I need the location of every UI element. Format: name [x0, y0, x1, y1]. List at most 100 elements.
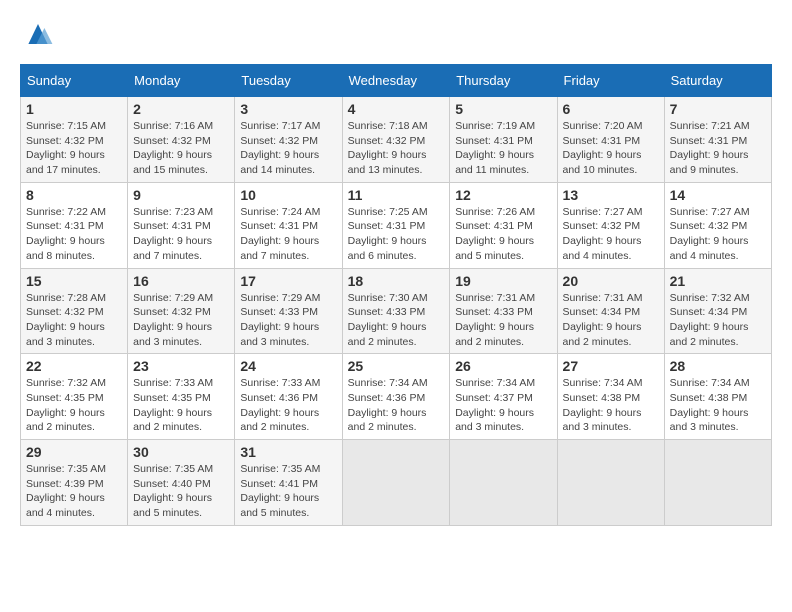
day-number: 10 [240, 187, 336, 203]
day-number: 4 [348, 101, 445, 117]
calendar-cell: 22 Sunrise: 7:32 AM Sunset: 4:35 PM Dayl… [21, 354, 128, 440]
day-info: Sunrise: 7:28 AM Sunset: 4:32 PM Dayligh… [26, 291, 122, 350]
calendar-cell: 3 Sunrise: 7:17 AM Sunset: 4:32 PM Dayli… [235, 97, 342, 183]
day-number: 22 [26, 358, 122, 374]
calendar-cell: 14 Sunrise: 7:27 AM Sunset: 4:32 PM Dayl… [664, 182, 771, 268]
day-number: 26 [455, 358, 551, 374]
weekday-header-sunday: Sunday [21, 65, 128, 97]
day-number: 21 [670, 273, 766, 289]
calendar-cell: 2 Sunrise: 7:16 AM Sunset: 4:32 PM Dayli… [128, 97, 235, 183]
day-number: 3 [240, 101, 336, 117]
day-number: 7 [670, 101, 766, 117]
day-info: Sunrise: 7:17 AM Sunset: 4:32 PM Dayligh… [240, 119, 336, 178]
day-info: Sunrise: 7:25 AM Sunset: 4:31 PM Dayligh… [348, 205, 445, 264]
calendar-cell: 30 Sunrise: 7:35 AM Sunset: 4:40 PM Dayl… [128, 440, 235, 526]
day-info: Sunrise: 7:33 AM Sunset: 4:36 PM Dayligh… [240, 376, 336, 435]
page-header [20, 20, 772, 48]
day-number: 5 [455, 101, 551, 117]
calendar-cell: 19 Sunrise: 7:31 AM Sunset: 4:33 PM Dayl… [450, 268, 557, 354]
weekday-header-tuesday: Tuesday [235, 65, 342, 97]
calendar-table: SundayMondayTuesdayWednesdayThursdayFrid… [20, 64, 772, 526]
day-info: Sunrise: 7:34 AM Sunset: 4:37 PM Dayligh… [455, 376, 551, 435]
calendar-cell: 10 Sunrise: 7:24 AM Sunset: 4:31 PM Dayl… [235, 182, 342, 268]
day-info: Sunrise: 7:29 AM Sunset: 4:33 PM Dayligh… [240, 291, 336, 350]
day-info: Sunrise: 7:27 AM Sunset: 4:32 PM Dayligh… [670, 205, 766, 264]
day-info: Sunrise: 7:16 AM Sunset: 4:32 PM Dayligh… [133, 119, 229, 178]
calendar-cell: 25 Sunrise: 7:34 AM Sunset: 4:36 PM Dayl… [342, 354, 450, 440]
day-info: Sunrise: 7:35 AM Sunset: 4:40 PM Dayligh… [133, 462, 229, 521]
calendar-cell: 27 Sunrise: 7:34 AM Sunset: 4:38 PM Dayl… [557, 354, 664, 440]
day-number: 2 [133, 101, 229, 117]
calendar-cell: 1 Sunrise: 7:15 AM Sunset: 4:32 PM Dayli… [21, 97, 128, 183]
day-info: Sunrise: 7:31 AM Sunset: 4:33 PM Dayligh… [455, 291, 551, 350]
day-info: Sunrise: 7:22 AM Sunset: 4:31 PM Dayligh… [26, 205, 122, 264]
calendar-cell: 13 Sunrise: 7:27 AM Sunset: 4:32 PM Dayl… [557, 182, 664, 268]
calendar-cell [664, 440, 771, 526]
day-info: Sunrise: 7:20 AM Sunset: 4:31 PM Dayligh… [563, 119, 659, 178]
day-number: 16 [133, 273, 229, 289]
calendar-cell [342, 440, 450, 526]
day-info: Sunrise: 7:18 AM Sunset: 4:32 PM Dayligh… [348, 119, 445, 178]
day-number: 31 [240, 444, 336, 460]
day-number: 29 [26, 444, 122, 460]
logo-icon [22, 20, 54, 48]
calendar-cell: 18 Sunrise: 7:30 AM Sunset: 4:33 PM Dayl… [342, 268, 450, 354]
calendar-cell: 11 Sunrise: 7:25 AM Sunset: 4:31 PM Dayl… [342, 182, 450, 268]
day-info: Sunrise: 7:19 AM Sunset: 4:31 PM Dayligh… [455, 119, 551, 178]
day-info: Sunrise: 7:34 AM Sunset: 4:38 PM Dayligh… [563, 376, 659, 435]
day-info: Sunrise: 7:33 AM Sunset: 4:35 PM Dayligh… [133, 376, 229, 435]
calendar-cell: 6 Sunrise: 7:20 AM Sunset: 4:31 PM Dayli… [557, 97, 664, 183]
day-info: Sunrise: 7:32 AM Sunset: 4:35 PM Dayligh… [26, 376, 122, 435]
logo [20, 20, 54, 48]
day-number: 12 [455, 187, 551, 203]
day-info: Sunrise: 7:31 AM Sunset: 4:34 PM Dayligh… [563, 291, 659, 350]
weekday-header-monday: Monday [128, 65, 235, 97]
calendar-cell: 29 Sunrise: 7:35 AM Sunset: 4:39 PM Dayl… [21, 440, 128, 526]
day-number: 18 [348, 273, 445, 289]
calendar-cell [557, 440, 664, 526]
calendar-cell: 20 Sunrise: 7:31 AM Sunset: 4:34 PM Dayl… [557, 268, 664, 354]
calendar-cell: 15 Sunrise: 7:28 AM Sunset: 4:32 PM Dayl… [21, 268, 128, 354]
day-number: 28 [670, 358, 766, 374]
day-number: 14 [670, 187, 766, 203]
day-number: 23 [133, 358, 229, 374]
weekday-header-wednesday: Wednesday [342, 65, 450, 97]
day-number: 6 [563, 101, 659, 117]
calendar-cell: 28 Sunrise: 7:34 AM Sunset: 4:38 PM Dayl… [664, 354, 771, 440]
calendar-cell: 12 Sunrise: 7:26 AM Sunset: 4:31 PM Dayl… [450, 182, 557, 268]
day-number: 27 [563, 358, 659, 374]
day-info: Sunrise: 7:26 AM Sunset: 4:31 PM Dayligh… [455, 205, 551, 264]
calendar-cell: 4 Sunrise: 7:18 AM Sunset: 4:32 PM Dayli… [342, 97, 450, 183]
day-number: 19 [455, 273, 551, 289]
day-number: 17 [240, 273, 336, 289]
day-number: 11 [348, 187, 445, 203]
day-info: Sunrise: 7:30 AM Sunset: 4:33 PM Dayligh… [348, 291, 445, 350]
day-info: Sunrise: 7:32 AM Sunset: 4:34 PM Dayligh… [670, 291, 766, 350]
day-number: 20 [563, 273, 659, 289]
day-info: Sunrise: 7:15 AM Sunset: 4:32 PM Dayligh… [26, 119, 122, 178]
calendar-cell: 17 Sunrise: 7:29 AM Sunset: 4:33 PM Dayl… [235, 268, 342, 354]
day-info: Sunrise: 7:35 AM Sunset: 4:39 PM Dayligh… [26, 462, 122, 521]
day-info: Sunrise: 7:29 AM Sunset: 4:32 PM Dayligh… [133, 291, 229, 350]
calendar-cell: 5 Sunrise: 7:19 AM Sunset: 4:31 PM Dayli… [450, 97, 557, 183]
day-info: Sunrise: 7:35 AM Sunset: 4:41 PM Dayligh… [240, 462, 336, 521]
calendar-cell: 8 Sunrise: 7:22 AM Sunset: 4:31 PM Dayli… [21, 182, 128, 268]
calendar-cell: 31 Sunrise: 7:35 AM Sunset: 4:41 PM Dayl… [235, 440, 342, 526]
weekday-header-friday: Friday [557, 65, 664, 97]
calendar-cell: 26 Sunrise: 7:34 AM Sunset: 4:37 PM Dayl… [450, 354, 557, 440]
day-info: Sunrise: 7:21 AM Sunset: 4:31 PM Dayligh… [670, 119, 766, 178]
weekday-header-thursday: Thursday [450, 65, 557, 97]
day-number: 24 [240, 358, 336, 374]
calendar-cell: 23 Sunrise: 7:33 AM Sunset: 4:35 PM Dayl… [128, 354, 235, 440]
day-info: Sunrise: 7:34 AM Sunset: 4:36 PM Dayligh… [348, 376, 445, 435]
day-info: Sunrise: 7:24 AM Sunset: 4:31 PM Dayligh… [240, 205, 336, 264]
calendar-cell: 21 Sunrise: 7:32 AM Sunset: 4:34 PM Dayl… [664, 268, 771, 354]
calendar-cell: 7 Sunrise: 7:21 AM Sunset: 4:31 PM Dayli… [664, 97, 771, 183]
day-number: 30 [133, 444, 229, 460]
day-number: 15 [26, 273, 122, 289]
calendar-cell: 24 Sunrise: 7:33 AM Sunset: 4:36 PM Dayl… [235, 354, 342, 440]
day-number: 25 [348, 358, 445, 374]
weekday-header-saturday: Saturday [664, 65, 771, 97]
calendar-cell: 16 Sunrise: 7:29 AM Sunset: 4:32 PM Dayl… [128, 268, 235, 354]
day-number: 1 [26, 101, 122, 117]
